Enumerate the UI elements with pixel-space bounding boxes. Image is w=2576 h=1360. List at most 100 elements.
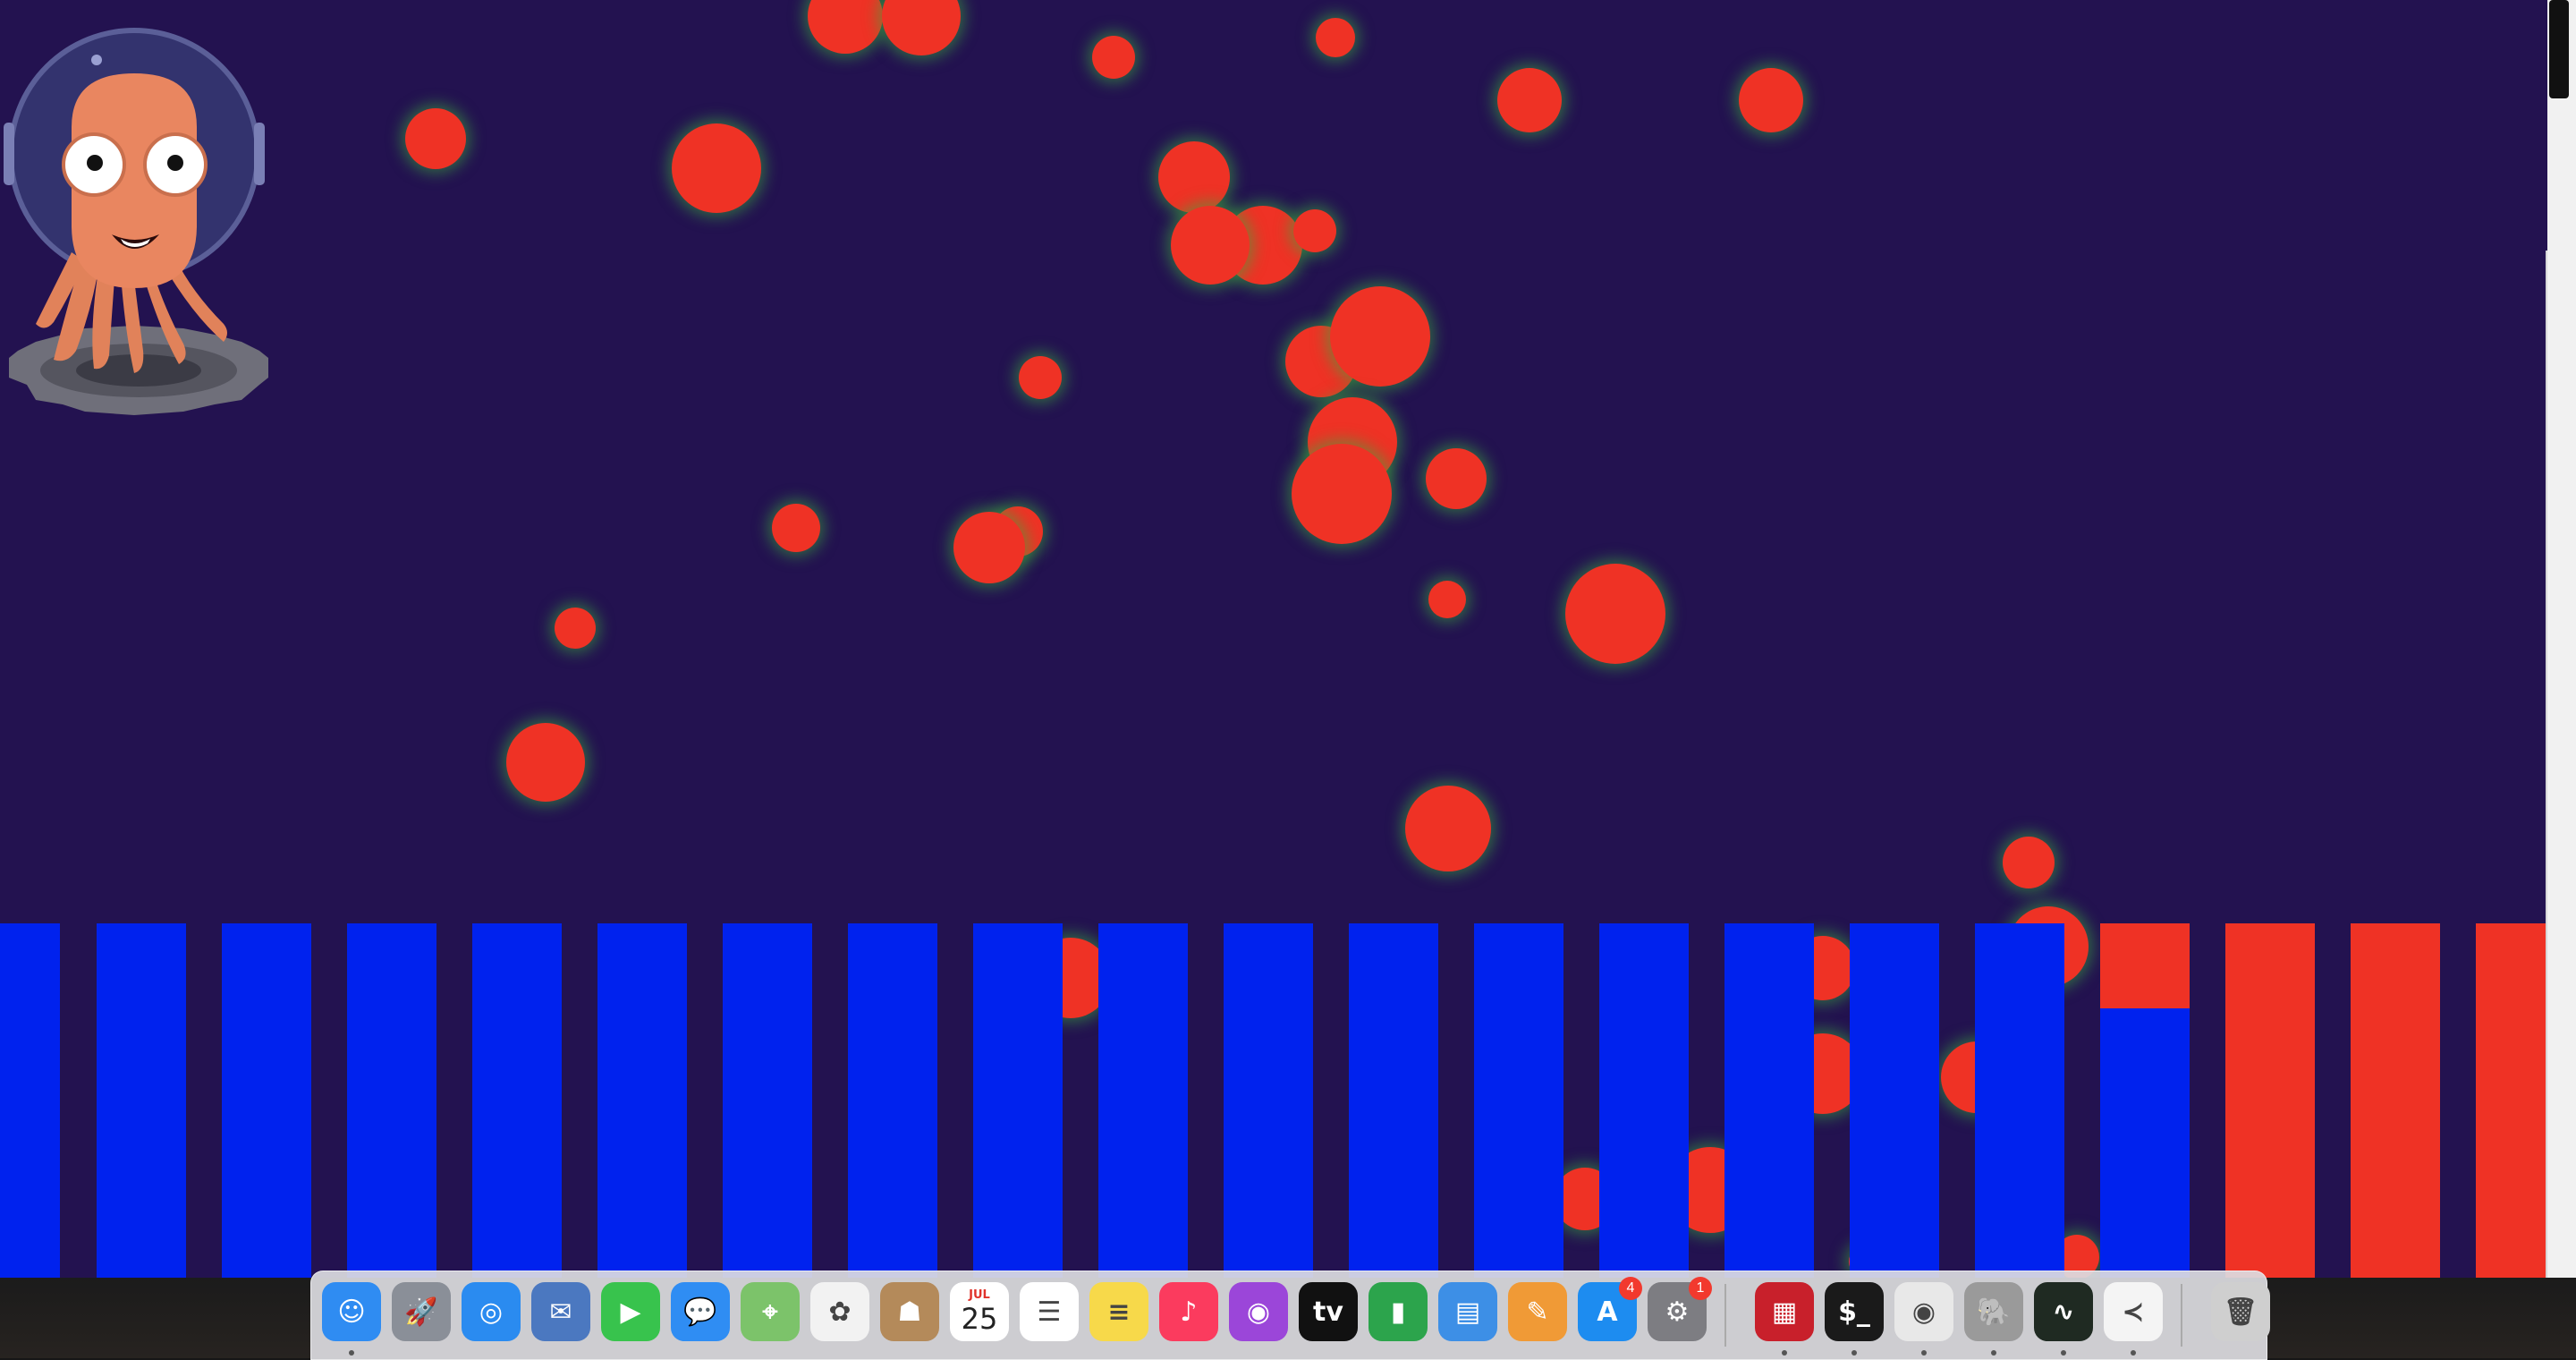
ball xyxy=(1292,444,1392,544)
safari-icon[interactable]: ◎ xyxy=(462,1282,521,1341)
terminal-icon[interactable]: $_ xyxy=(1825,1282,1884,1341)
bar xyxy=(2100,923,2190,1278)
window-right-edge xyxy=(2547,0,2576,1278)
ball xyxy=(1019,356,1062,399)
contacts-glyph: ☗ xyxy=(897,1296,922,1328)
running-indicator xyxy=(349,1350,354,1356)
evernote-glyph: 🐘 xyxy=(1977,1296,2011,1328)
bar xyxy=(1724,923,1814,1278)
contacts-icon[interactable]: ☗ xyxy=(880,1282,939,1341)
ball xyxy=(808,0,883,54)
running-indicator xyxy=(1921,1350,1927,1356)
bar xyxy=(1224,923,1313,1278)
keynote-icon[interactable]: ▤ xyxy=(1438,1282,1497,1341)
evernote-icon[interactable]: 🐘 xyxy=(1964,1282,2023,1341)
pages-icon[interactable]: ✎ xyxy=(1508,1282,1567,1341)
podcasts-icon[interactable]: ◉ xyxy=(1229,1282,1288,1341)
bar xyxy=(0,923,60,1278)
bar xyxy=(347,923,436,1278)
ball xyxy=(1330,286,1430,387)
shield-app-glyph: ▦ xyxy=(1771,1296,1798,1328)
messages-glyph: 💬 xyxy=(683,1296,717,1328)
keynote-glyph: ▤ xyxy=(1454,1296,1481,1328)
terminal-glyph: $_ xyxy=(1838,1296,1870,1328)
bar xyxy=(472,923,562,1278)
ball xyxy=(772,504,820,552)
launchpad-glyph: 🚀 xyxy=(404,1296,438,1328)
facetime-icon[interactable]: ▶ xyxy=(601,1282,660,1341)
notification-badge: 1 xyxy=(1689,1277,1712,1300)
chrome-glyph: ◉ xyxy=(1911,1296,1936,1328)
bar xyxy=(2476,923,2547,1278)
trash-glyph: 🗑 xyxy=(2223,1296,2258,1328)
notes-glyph: ≡ xyxy=(1107,1296,1131,1328)
launchpad-icon[interactable]: 🚀 xyxy=(392,1282,451,1341)
chrome-icon[interactable]: ◉ xyxy=(1894,1282,1953,1341)
numbers-icon[interactable]: ▮ xyxy=(1368,1282,1428,1341)
bar xyxy=(222,923,311,1278)
bar-red-fill xyxy=(2476,923,2547,1278)
apple-tv-glyph: tv xyxy=(1313,1296,1343,1328)
shield-app-icon[interactable]: ▦ xyxy=(1755,1282,1814,1341)
mail-stamp-glyph: ✉ xyxy=(549,1296,572,1328)
ball xyxy=(1158,141,1230,213)
bar xyxy=(597,923,687,1278)
scrollbar-track[interactable] xyxy=(2546,251,2547,1278)
ball xyxy=(1316,18,1355,57)
music-glyph: ♪ xyxy=(1180,1296,1198,1328)
vscode-glyph: ≺ xyxy=(2122,1296,2145,1328)
app-canvas[interactable] xyxy=(0,0,2547,1278)
notes-icon[interactable]: ≡ xyxy=(1089,1282,1148,1341)
ball xyxy=(1405,786,1491,871)
apple-tv-icon[interactable]: tv xyxy=(1299,1282,1358,1341)
ball xyxy=(405,108,466,169)
ball xyxy=(953,512,1025,583)
music-icon[interactable]: ♪ xyxy=(1159,1282,1218,1341)
system-preferences-icon[interactable]: ⚙ 1 xyxy=(1648,1277,1712,1341)
reminders-glyph: ☰ xyxy=(1037,1296,1062,1328)
maps-glyph: ⌖ xyxy=(762,1296,778,1328)
running-indicator xyxy=(2131,1350,2136,1356)
finder-icon[interactable]: ☺ xyxy=(322,1282,381,1341)
safari-glyph: ◎ xyxy=(479,1296,504,1328)
ball xyxy=(1426,448,1487,509)
bar-red-fill xyxy=(2100,923,2190,1008)
bar xyxy=(1349,923,1438,1278)
maps-icon[interactable]: ⌖ xyxy=(741,1282,800,1341)
argo-octopus-logo xyxy=(4,28,268,415)
bar xyxy=(2351,923,2440,1278)
calendar-icon[interactable]: JUL 25 xyxy=(950,1282,1009,1341)
activity-monitor-icon[interactable]: ∿ xyxy=(2034,1282,2093,1341)
vscode-icon[interactable]: ≺ xyxy=(2104,1282,2163,1341)
bar xyxy=(2225,923,2315,1278)
scrollbar-thumb[interactable] xyxy=(2549,0,2569,98)
photos-icon[interactable]: ✿ xyxy=(810,1282,869,1341)
ball xyxy=(1171,206,1250,285)
reminders-icon[interactable]: ☰ xyxy=(1020,1282,1079,1341)
messages-icon[interactable]: 💬 xyxy=(671,1282,730,1341)
bar xyxy=(1474,923,1563,1278)
trash-icon[interactable]: 🗑 xyxy=(2211,1282,2270,1341)
podcasts-glyph: ◉ xyxy=(1246,1296,1271,1328)
running-indicator xyxy=(1782,1350,1787,1356)
bar xyxy=(1599,923,1689,1278)
dock-separator xyxy=(1724,1284,1726,1347)
app-store-glyph: A xyxy=(1597,1296,1618,1328)
ball xyxy=(1428,581,1466,618)
finder-glyph: ☺ xyxy=(337,1296,366,1328)
bar xyxy=(848,923,937,1278)
ball xyxy=(555,608,596,649)
pages-glyph: ✎ xyxy=(1526,1296,1549,1328)
bar xyxy=(1850,923,1939,1278)
dock: ☺ 🚀 ◎ ✉ ▶ 💬 ⌖ ✿ ☗ JUL 25 ☰ ≡ ♪ ◉ tv ▮ ▤ ✎ A 4 ⚙ 1 ▦ $_ ◉ 🐘 ∿ ≺ 🗑 xyxy=(310,1271,2270,1360)
dock-separator xyxy=(2181,1284,2182,1347)
numbers-glyph: ▮ xyxy=(1390,1296,1406,1328)
bar xyxy=(1975,923,2064,1278)
ball xyxy=(1497,68,1562,132)
facetime-glyph: ▶ xyxy=(620,1296,641,1328)
app-store-icon[interactable]: A4 xyxy=(1578,1277,1642,1341)
bar xyxy=(723,923,812,1278)
running-indicator xyxy=(2061,1350,2066,1356)
system-preferences-glyph: ⚙ xyxy=(1665,1296,1690,1328)
mail-stamp-icon[interactable]: ✉ xyxy=(531,1282,590,1341)
